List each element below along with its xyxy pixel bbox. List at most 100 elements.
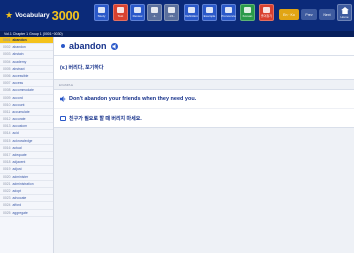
entry-word: abandon [69, 41, 107, 51]
speaker-icon[interactable] [110, 42, 118, 50]
word-number: 0008 [3, 88, 11, 93]
sidebar-word-item[interactable]: 0011 accumulate [0, 109, 53, 117]
toolbar-button-10[interactable]: 즐겨찾기 [259, 4, 274, 21]
sidebar-word-item[interactable]: 0002 abandon [0, 44, 53, 52]
toolbar-button-label: Pronounce [221, 14, 236, 18]
word-number: 0019 [3, 167, 11, 172]
word-list-sidebar: 0001 abandon 0002 abandon 0003 abstain 0004 aca… [0, 37, 54, 253]
sidebar-word-item[interactable]: 0007 access [0, 80, 53, 88]
sidebar-word-item[interactable]: 0010 account [0, 102, 53, 109]
sidebar-word-item[interactable]: 0016 actual [0, 145, 53, 152]
korean-icon [244, 7, 251, 13]
example-label: EXAMPLE [59, 83, 74, 87]
person-icon [98, 7, 105, 13]
sidebar-word-item[interactable]: 0009 accord [0, 95, 53, 102]
example-korean: 친구가 필요로 할 때 버리지 마세요. [69, 115, 142, 122]
word-header: abandon [54, 37, 354, 56]
word-number: 0011 [3, 109, 11, 114]
sidebar-word-item[interactable]: 0004 academy [0, 59, 53, 66]
example-icon [206, 7, 213, 13]
word-label: accommodate [12, 88, 34, 93]
sidebar-word-item[interactable]: 0006 accessible [0, 73, 53, 81]
word-number: 0010 [3, 102, 11, 107]
word-number: 0025 [3, 210, 11, 215]
definition-icon [188, 7, 195, 13]
nav-pill-2[interactable]: Prev [301, 9, 317, 20]
word-label: accurate [12, 117, 26, 122]
word-number: 0009 [3, 95, 11, 100]
toolbar-button-label: Definition [185, 14, 198, 18]
translation-icon [60, 115, 66, 121]
word-label: adjacent [12, 160, 26, 165]
toolbar-button-5[interactable]: -1/1- [164, 4, 179, 21]
sidebar-word-item[interactable]: 0005 abstract [0, 66, 53, 73]
sidebar-word-item[interactable]: 0012 accurate [0, 116, 53, 124]
word-number: 0015 [3, 138, 11, 143]
word-label: accessible [12, 73, 29, 78]
pronounce-icon [225, 7, 232, 13]
sidebar-word-item[interactable]: 0021 administration [0, 181, 53, 188]
toolbar-button-label: Review [132, 14, 143, 18]
toolbar-button-3[interactable]: Review [130, 4, 145, 21]
toolbar-button-label: -1- [152, 14, 157, 18]
sidebar-word-item[interactable]: 0023 advocate [0, 195, 53, 203]
home-button[interactable]: Home [337, 4, 352, 21]
meaning-panel: (v.) 버리다, 포기하다 [54, 56, 354, 80]
sidebar-word-item[interactable]: 0024 afford [0, 202, 53, 210]
star-icon [263, 7, 270, 13]
toolbar-button-6[interactable]: Definition [184, 4, 199, 21]
word-number: 0006 [3, 73, 11, 78]
nav-pill-3[interactable]: Next [319, 9, 335, 20]
sidebar-word-item[interactable]: 0013 accustom [0, 123, 53, 131]
sidebar-word-item[interactable]: 0020 administer [0, 174, 53, 181]
sidebar-word-item[interactable]: 0019 adjust [0, 166, 53, 174]
word-number: 0016 [3, 145, 11, 150]
toolbar-button-label: Example [203, 14, 216, 18]
toolbar-button-label: Korean [242, 14, 253, 18]
word-number: 0023 [3, 196, 11, 201]
word-label: accumulate [12, 109, 30, 114]
word-label: account [12, 102, 25, 107]
example-english-row[interactable]: Don't abandon your friends when they nee… [54, 90, 354, 109]
logo-number: 3000 [51, 8, 80, 23]
toolbar-button-label: Study [97, 14, 106, 18]
sidebar-word-item[interactable]: 0003 abstain [0, 51, 53, 59]
app-logo[interactable]: ★ Vocabulary 3000 [5, 8, 87, 23]
word-number: 0017 [3, 153, 11, 157]
word-label: adopt [12, 188, 22, 193]
toolbar-button-7[interactable]: Example [202, 4, 217, 21]
word-number: 0014 [3, 131, 11, 136]
toolbar-button-label: Test [117, 14, 124, 18]
sidebar-word-item[interactable]: 0014 acid [0, 130, 53, 138]
word-label: accord [12, 95, 23, 100]
sidebar-word-item[interactable]: 0022 adopt [0, 188, 53, 196]
word-label: acknowledge [12, 138, 33, 143]
sidebar-word-item[interactable]: 0017 adequate [0, 152, 53, 160]
word-label: actual [12, 145, 22, 150]
range-icon [168, 7, 175, 13]
entry-meaning: (v.) 버리다, 포기하다 [60, 65, 104, 71]
home-icon [340, 7, 349, 14]
sidebar-word-item[interactable]: 0015 acknowledge [0, 138, 53, 145]
toolbar-button-1[interactable]: Study [94, 4, 109, 21]
sidebar-word-item[interactable]: 0001 abandon [0, 37, 53, 45]
home-label: Home [340, 15, 349, 19]
speaker-icon[interactable] [60, 96, 66, 102]
toolbar-button-label: 즐겨찾기 [260, 14, 273, 18]
word-number: 0004 [3, 59, 11, 64]
sidebar-word-item[interactable]: 0025 aggregate [0, 210, 53, 217]
word-number: 0003 [3, 52, 11, 57]
word-number: 0013 [3, 124, 11, 129]
word-number: 0002 [3, 45, 11, 50]
toolbar-button-9[interactable]: Korean [240, 4, 255, 21]
toolbar-button-label: -1/1- [168, 14, 175, 18]
sidebar-word-item[interactable]: 0018 adjacent [0, 159, 53, 167]
word-label: afford [12, 203, 22, 208]
toolbar-button-2[interactable]: Test [113, 4, 128, 21]
toolbar-button-4[interactable]: -1- [147, 4, 162, 21]
toolbar-button-8[interactable]: Pronounce [221, 4, 236, 21]
word-label: administration [12, 181, 34, 186]
nav-pill-1[interactable]: En · Ko [279, 9, 299, 20]
sidebar-word-item[interactable]: 0008 accommodate [0, 87, 53, 95]
example-card: Don't abandon your friends when they nee… [54, 89, 354, 128]
